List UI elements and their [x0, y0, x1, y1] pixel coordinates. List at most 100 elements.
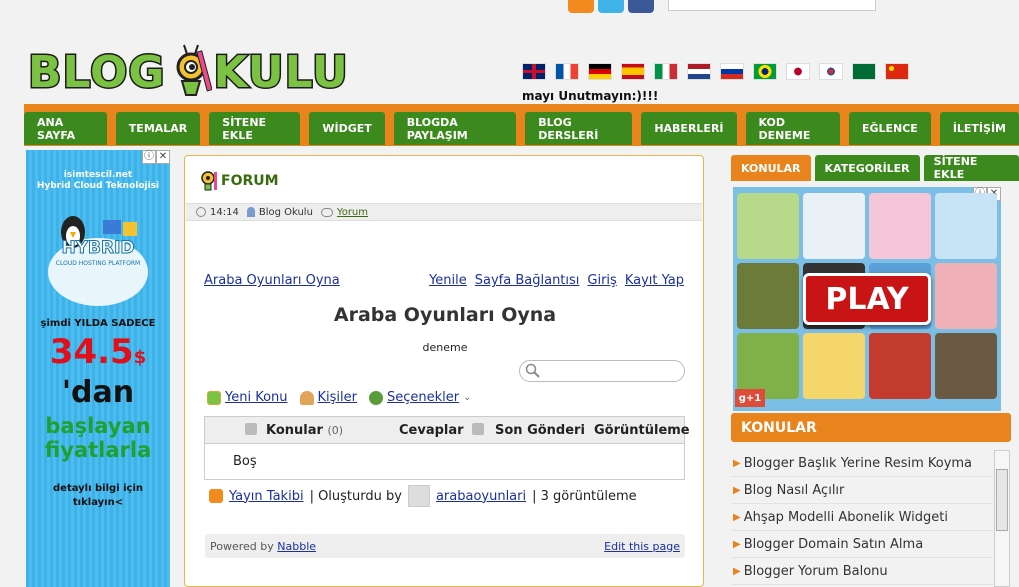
ad-from: 'dan — [61, 375, 135, 410]
flag-italy-icon[interactable] — [654, 63, 678, 80]
flag-france-icon[interactable] — [555, 63, 579, 80]
topics-scrollbar[interactable] — [994, 450, 1010, 587]
tab-add-to-site[interactable]: SİTENE EKLE — [923, 155, 1019, 181]
tab-categories[interactable]: KATEGORİLER — [814, 155, 920, 181]
comment-icon — [320, 207, 333, 217]
flag-japan-icon[interactable] — [786, 63, 810, 80]
col-views[interactable]: Görüntüleme — [594, 423, 690, 438]
flag-netherlands-icon[interactable] — [687, 63, 711, 80]
powered-by-bar: Powered by Nabble Edit this page — [205, 534, 685, 558]
edit-page-link[interactable]: Edit this page — [604, 540, 680, 553]
post-meta-bar: 14:14 Blog Okulu Yorum — [186, 203, 702, 221]
permalink-link[interactable]: Sayfa Bağlantısı — [475, 273, 580, 288]
game-tile[interactable] — [935, 263, 997, 329]
game-tile[interactable] — [803, 333, 865, 399]
arrow-right-icon: ▶ — [733, 511, 741, 523]
col-topics[interactable]: Konular (0) — [266, 423, 343, 438]
people-button[interactable]: Kişiler — [299, 390, 357, 405]
games-advertisement[interactable]: ⓘ ✕ PLAY g+1 — [733, 187, 1001, 411]
forum-search-input[interactable] — [519, 360, 685, 382]
nav-code-test[interactable]: KOD DENEME — [745, 112, 840, 145]
view-count: | 3 görüntüleme — [532, 488, 637, 504]
nav-blog-lessons[interactable]: BLOG DERSLERİ — [525, 112, 633, 145]
game-tile[interactable] — [869, 333, 931, 399]
google-plus-button[interactable]: g+1 — [735, 389, 765, 407]
flag-uk-icon[interactable] — [522, 63, 546, 80]
ad-start2: fiyatlarla — [44, 438, 152, 462]
clock-icon — [196, 207, 206, 217]
game-tile[interactable] — [737, 193, 799, 259]
col-replies[interactable]: Cevaplar — [399, 423, 464, 438]
tab-topics[interactable]: KONULAR — [731, 155, 811, 181]
ad-start1: başlayan — [45, 414, 151, 438]
flag-korea-icon[interactable] — [819, 63, 843, 80]
search-icon — [525, 363, 540, 378]
game-tile[interactable] — [803, 193, 865, 259]
topics-list: ▶ Blogger Başlık Yerine Resim Koyma ▶ Blog… — [731, 450, 993, 585]
flag-russia-icon[interactable] — [720, 63, 744, 80]
ad-info-icon[interactable]: ⓘ — [142, 150, 156, 164]
twitter-icon[interactable] — [598, 0, 624, 13]
arrow-right-icon: ▶ — [733, 538, 741, 550]
forum-description: deneme — [422, 341, 468, 354]
nav-fun[interactable]: EĞLENCE — [848, 112, 931, 145]
facebook-icon[interactable] — [628, 0, 654, 13]
last-post-lock-icon — [472, 423, 484, 435]
topics-section-title: KONULAR — [731, 413, 1011, 442]
topics-table: Konular (0) Cevaplar Son Gönderi Görüntü… — [204, 416, 690, 480]
breadcrumb-link[interactable]: Araba Oyunları Oyna — [204, 273, 340, 288]
flag-saudi-icon[interactable] — [852, 63, 876, 80]
forum-heading: FORUM — [199, 170, 279, 192]
new-topic-label: Yeni Konu — [225, 390, 288, 405]
forum-actions: Yeni Konu Kişiler Seçenekler ⌄ — [207, 390, 472, 405]
scrollbar-thumb[interactable] — [996, 469, 1008, 531]
play-button[interactable]: PLAY — [803, 273, 931, 325]
nav-themes[interactable]: TEMALAR — [115, 112, 201, 145]
col-last-post[interactable]: Son Gönderi — [495, 423, 585, 438]
arrow-right-icon: ▶ — [733, 565, 741, 577]
nav-home[interactable]: ANA SAYFA — [24, 112, 107, 145]
top-search-input[interactable] — [668, 0, 876, 11]
site-logo[interactable]: BLOG KULU — [27, 42, 349, 102]
chevron-down-icon: ⌄ — [463, 392, 472, 403]
game-tile[interactable] — [935, 333, 997, 399]
game-tile[interactable] — [869, 193, 931, 259]
new-topic-button[interactable]: Yeni Konu — [207, 390, 288, 405]
nav-contact[interactable]: İLETİŞİM — [939, 112, 1019, 145]
list-item[interactable]: ▶ Ahşap Modelli Abonelik Widgeti — [731, 504, 993, 531]
rss-feed-link[interactable]: Yayın Takibi — [229, 489, 304, 504]
list-item[interactable]: ▶ Blogger Domain Satın Alma — [731, 531, 993, 558]
flag-spain-icon[interactable] — [621, 63, 645, 80]
logo-text-left: BLOG — [27, 45, 167, 99]
ad-brand: isimtescil.net — [63, 170, 133, 180]
left-advertisement[interactable]: ⓘ ✕ isimtescil.net Hybrid Cloud Teknoloj… — [26, 150, 170, 587]
creator-link[interactable]: arabaoyunlari — [436, 489, 526, 504]
options-button[interactable]: Seçenekler ⌄ — [369, 390, 472, 405]
nav-widget[interactable]: WİDGET — [309, 112, 385, 145]
nav-blog-share[interactable]: BLOGDA PAYLAŞIM — [393, 112, 517, 145]
game-tile[interactable] — [737, 263, 799, 329]
game-tile[interactable] — [935, 193, 997, 259]
ad-close-icon[interactable]: ✕ — [156, 150, 170, 164]
arrow-right-icon: ▶ — [733, 484, 741, 496]
list-item[interactable]: ▶ Blogger Başlık Yerine Resim Koyma — [731, 450, 993, 477]
list-item[interactable]: ▶ Blogger Yorum Balonu — [731, 558, 993, 585]
flag-germany-icon[interactable] — [588, 63, 612, 80]
refresh-link[interactable]: Yenile — [429, 273, 467, 288]
language-flags — [522, 63, 909, 80]
forum-label: FORUM — [221, 173, 279, 189]
nav-add-to-site[interactable]: SİTENE EKLE — [209, 112, 301, 145]
rss-icon[interactable] — [568, 0, 594, 13]
ad-product-sub: CLOUD HOSTING PLATFORM — [55, 260, 141, 267]
comment-link[interactable]: Yorum — [337, 207, 368, 218]
ad-controls: ⓘ ✕ — [142, 150, 170, 164]
flag-brazil-icon[interactable] — [753, 63, 777, 80]
login-link[interactable]: Giriş — [587, 273, 616, 288]
list-item[interactable]: ▶ Blog Nasıl Açılır — [731, 477, 993, 504]
nav-news[interactable]: HABERLERİ — [641, 112, 737, 145]
forum-footer: Yayın Takibi | Oluşturdu by arabaoyunlar… — [209, 485, 637, 507]
flag-china-icon[interactable] — [885, 63, 909, 80]
ad-tagline: Hybrid Cloud Teknolojisi — [36, 181, 160, 191]
nabble-link[interactable]: Nabble — [277, 540, 316, 553]
register-link[interactable]: Kayıt Yap — [625, 273, 684, 288]
